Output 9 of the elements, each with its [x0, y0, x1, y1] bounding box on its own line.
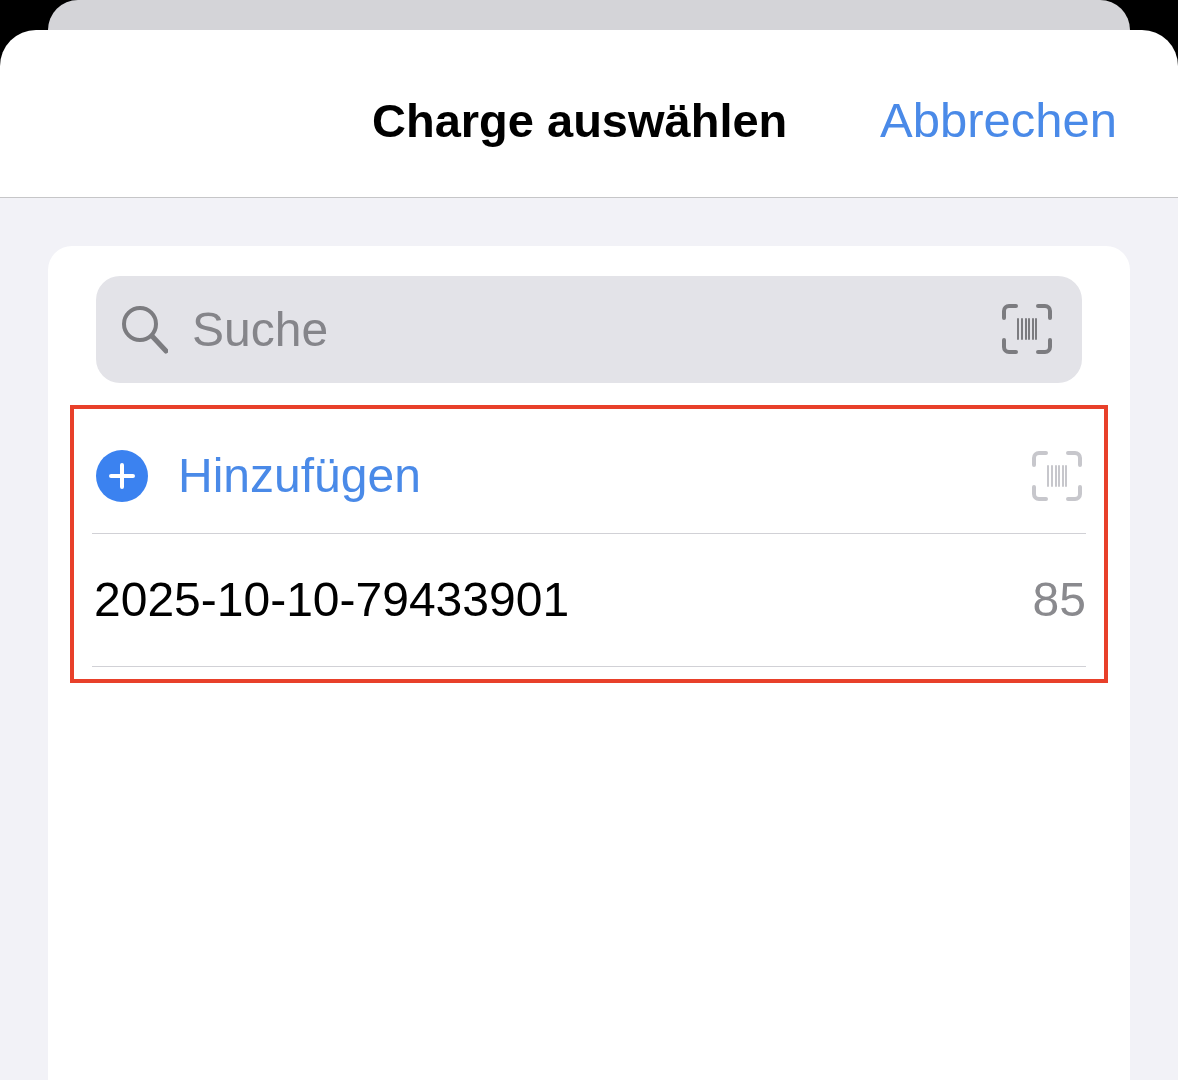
add-button[interactable]: Hinzufügen — [178, 440, 421, 512]
add-circle-icon — [96, 450, 148, 502]
batch-name[interactable]: 2025-10-10-79433901 — [94, 564, 570, 636]
cancel-button[interactable]: Abbrechen — [880, 84, 1117, 158]
search-field[interactable]: Suche — [96, 276, 1082, 383]
batch-count: 85 — [1032, 572, 1086, 628]
search-icon — [120, 304, 168, 354]
sheet-title: Charge auswählen — [372, 93, 788, 149]
barcode-scan-icon[interactable] — [1002, 304, 1052, 354]
